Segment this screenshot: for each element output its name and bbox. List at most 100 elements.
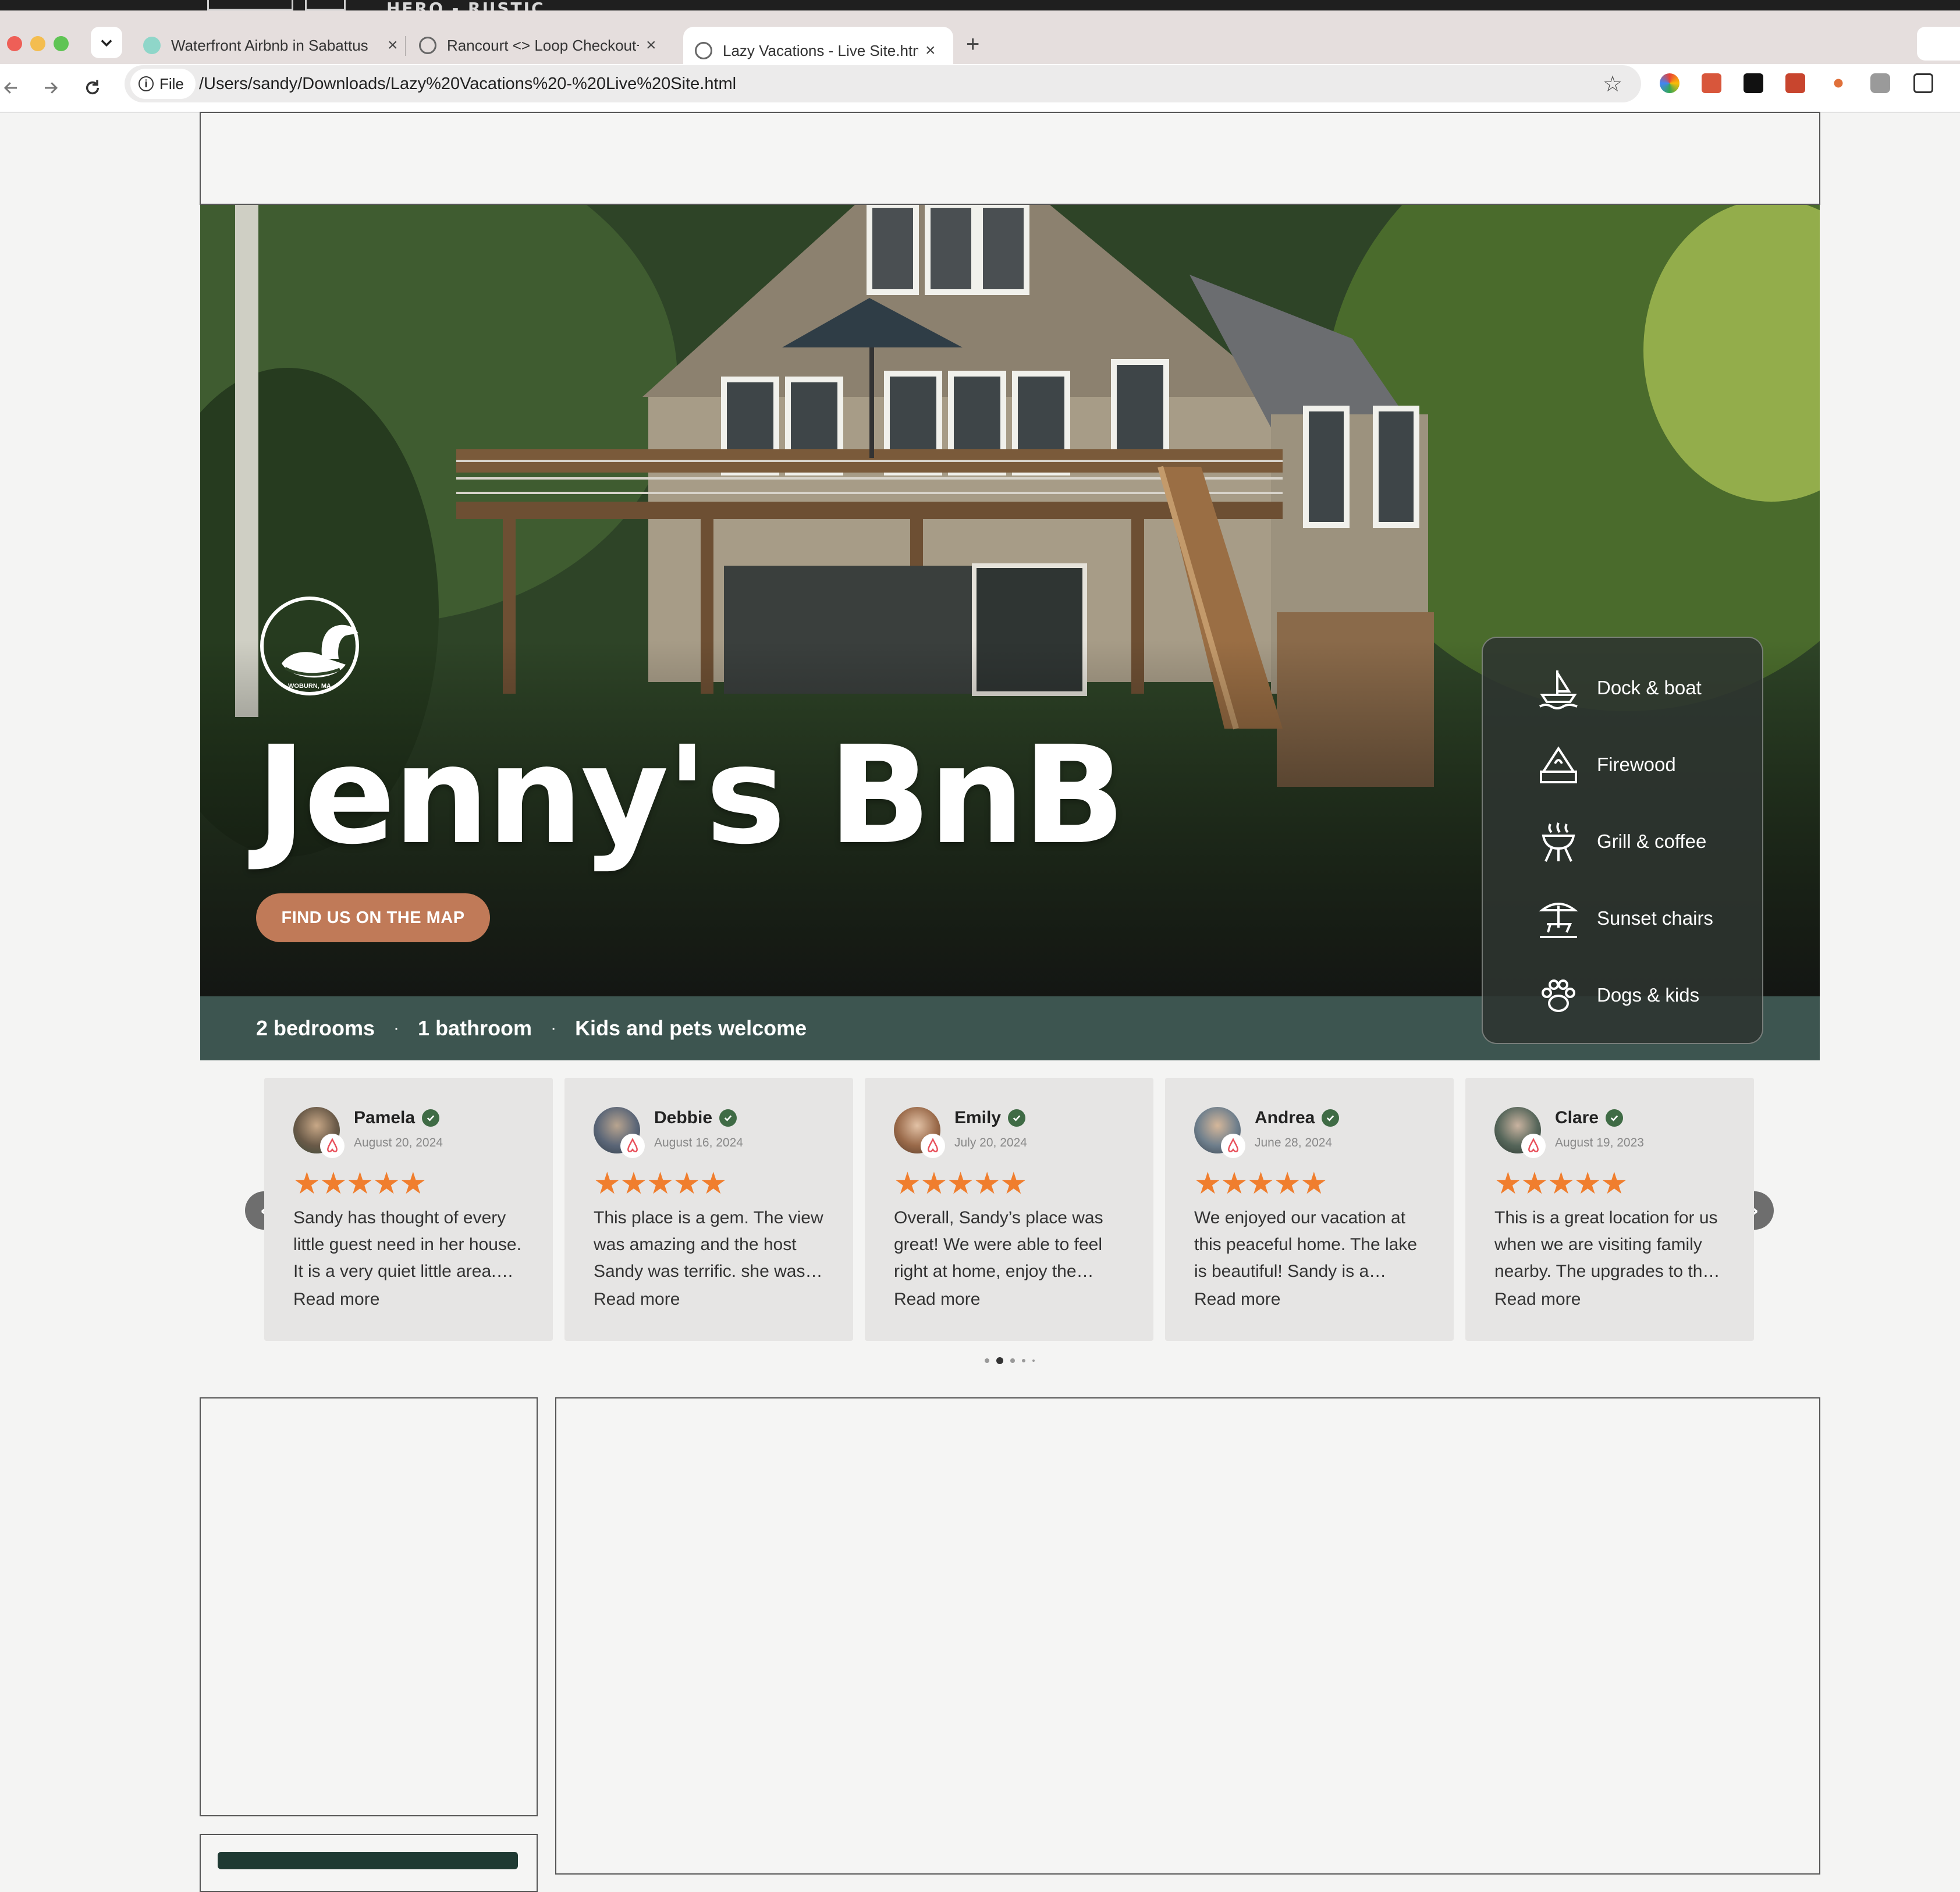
read-more-link[interactable]: Read more [1494,1290,1581,1309]
review-card[interactable]: Andrea June 28, 2024 ★★★★★ We enjoyed ou… [1165,1078,1454,1341]
extension-sun-icon[interactable] [1828,73,1848,93]
pagination-dot[interactable] [996,1357,1003,1364]
verified-check-icon [422,1109,440,1127]
star-rating: ★★★★★ [894,1166,1027,1201]
pagination-dot[interactable] [1010,1358,1015,1363]
review-card[interactable]: Clare August 19, 2023 ★★★★★ This is a gr… [1465,1078,1754,1341]
amenity-label: Grill & coffee [1597,830,1707,852]
extension-camera-icon[interactable] [1870,73,1890,93]
review-text: We enjoyed our vacation at this peaceful… [1194,1208,1418,1281]
page-title: Jenny's BnB [256,717,1125,874]
read-more-link[interactable]: Read more [594,1290,680,1309]
extension-grid-icon[interactable] [1702,73,1721,93]
reviewer-name: Clare [1555,1108,1624,1128]
content-placeholder [555,1397,1820,1875]
amenity-item: Dogs & kids [1483,957,1764,1034]
reload-button[interactable] [77,72,108,104]
star-rating: ★★★★★ [1494,1166,1628,1201]
review-text: Sandy has thought of every little guest … [293,1208,521,1281]
review-date: August 19, 2023 [1555,1136,1644,1149]
close-tab-icon[interactable]: × [388,36,398,55]
airbnb-badge-icon [320,1134,345,1158]
url-text[interactable]: /Users/sandy/Downloads/Lazy%20Vacations%… [199,74,736,94]
review-text: This place is a gem. The view was amazin… [594,1208,823,1281]
amenity-item: Dock & boat [1483,649,1764,726]
reviewer-name: Debbie [654,1108,737,1128]
extension-dots-icon[interactable] [1785,73,1805,93]
reviewer-name: Emily [954,1108,1026,1128]
pagination-dot[interactable] [1022,1359,1025,1362]
booking-button[interactable] [218,1852,518,1869]
star-rating: ★★★★★ [594,1166,727,1201]
review-date: August 20, 2024 [354,1136,443,1149]
reviews-carousel: Pamela August 20, 2024 ★★★★★ Sandy has t… [264,1078,1754,1341]
logo-location-text: WOBURN, MA [288,683,331,690]
reviewer-name: Andrea [1255,1108,1340,1128]
minimize-window-button[interactable] [30,36,45,51]
amenity-label: Dogs & kids [1597,984,1700,1006]
close-tab-icon[interactable]: × [646,36,656,55]
site-favicon-icon [143,37,161,54]
sidebar-assistant-button[interactable] [1917,27,1960,61]
reload-icon [86,80,100,95]
bookmark-star-icon[interactable]: ☆ [1603,71,1622,97]
tab-title: Lazy Vacations - Live Site.htm [723,41,918,59]
pagination-dot[interactable] [1032,1359,1035,1362]
back-button[interactable] [0,72,27,104]
globe-icon [419,37,436,54]
carousel-pagination [981,1357,1038,1364]
tab-waterfront-airbnb[interactable]: Waterfront Airbnb in Sabattus × [132,27,405,64]
close-window-button[interactable] [7,36,22,51]
find-on-map-button[interactable]: FIND US ON THE MAP [256,893,490,942]
globe-icon [695,42,712,59]
grill-icon [1542,822,1575,862]
star-rating: ★★★★★ [293,1166,427,1201]
review-card[interactable]: Debbie August 16, 2024 ★★★★★ This place … [564,1078,853,1341]
amenity-label: Sunset chairs [1597,907,1713,929]
airbnb-badge-icon [1521,1134,1546,1158]
tab-divider [405,36,406,56]
review-date: August 16, 2024 [654,1136,743,1149]
maximize-window-button[interactable] [54,36,69,51]
new-tab-button[interactable]: + [966,31,979,58]
review-card[interactable]: Pamela August 20, 2024 ★★★★★ Sandy has t… [264,1078,553,1341]
beach-chair-icon [1539,903,1578,938]
tab-rancourt-checkout[interactable]: Rancourt <> Loop Checkout+ × [407,27,681,64]
boat-icon [1539,670,1578,709]
review-card[interactable]: Emily July 20, 2024 ★★★★★ Overall, Sandy… [865,1078,1153,1341]
extension-colorwheel-icon[interactable] [1660,73,1680,93]
review-text: This is a great location for us when we … [1494,1208,1720,1281]
file-label: File [159,74,184,93]
extension-notes-icon[interactable] [1744,73,1763,93]
close-tab-icon[interactable]: × [925,41,936,61]
amenity-item: Firewood [1483,726,1764,803]
amenities-panel: Dock & boat Firewood Grill & coffee Suns… [1482,637,1763,1044]
site-info-chip[interactable]: i File [130,69,196,99]
amenity-item: Grill & coffee [1483,803,1764,880]
stat-bathrooms: 1 bathroom [418,1016,532,1040]
review-text: Overall, Sandy’s place was great! We wer… [894,1208,1103,1281]
read-more-link[interactable]: Read more [894,1290,980,1309]
info-icon: i [139,76,154,91]
forward-button[interactable] [35,72,66,104]
arrow-left-icon [3,82,17,94]
stat-kids-pets: Kids and pets welcome [575,1016,807,1040]
chevron-down-icon [101,40,112,47]
paw-icon [1542,979,1575,1012]
amenity-label: Firewood [1597,754,1676,775]
window-top-strip: HERO - RUSTIC [0,0,1960,18]
pagination-dot[interactable] [985,1358,989,1363]
firewood-icon [1540,746,1577,783]
verified-check-icon [1322,1109,1340,1127]
site-header-placeholder [200,112,1820,205]
loon-logo-icon: WOBURN, MA [260,597,359,695]
amenity-label: Dock & boat [1597,677,1702,698]
reviewer-name: Pamela [354,1108,440,1128]
tab-search-button[interactable] [91,27,122,58]
read-more-link[interactable]: Read more [293,1290,379,1309]
stat-separator: · [393,1018,400,1038]
extensions-puzzle-icon[interactable] [1913,73,1933,93]
arrow-right-icon [45,82,58,94]
address-bar[interactable]: i File /Users/sandy/Downloads/Lazy%20Vac… [125,65,1641,102]
read-more-link[interactable]: Read more [1194,1290,1280,1309]
